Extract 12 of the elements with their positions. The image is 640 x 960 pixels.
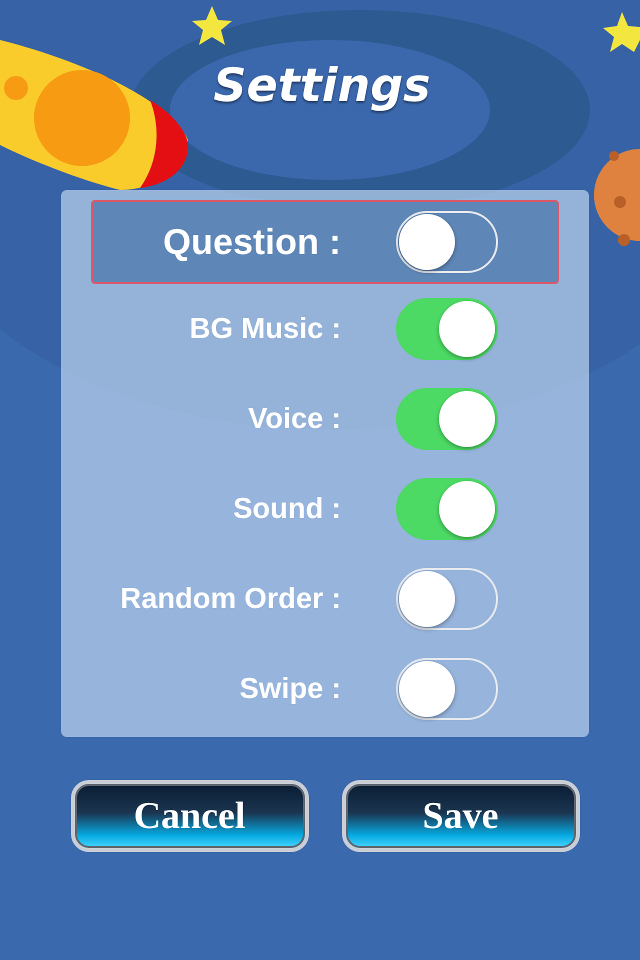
action-button[interactable]: Save [342,780,580,852]
star-icon [603,12,640,52]
setting-label: Question : [162,221,341,263]
star-icon [192,6,232,45]
setting-label: Voice : [247,402,341,436]
setting-label: BG Music : [188,312,341,346]
highlighted-row[interactable]: Question : [91,200,559,284]
setting-label: Random Order : [119,582,341,616]
setting-label: Sound : [232,492,341,526]
action-button[interactable]: Cancel [70,780,308,852]
screen-title: Settings [213,58,431,112]
setting-label: Swipe : [238,672,341,706]
